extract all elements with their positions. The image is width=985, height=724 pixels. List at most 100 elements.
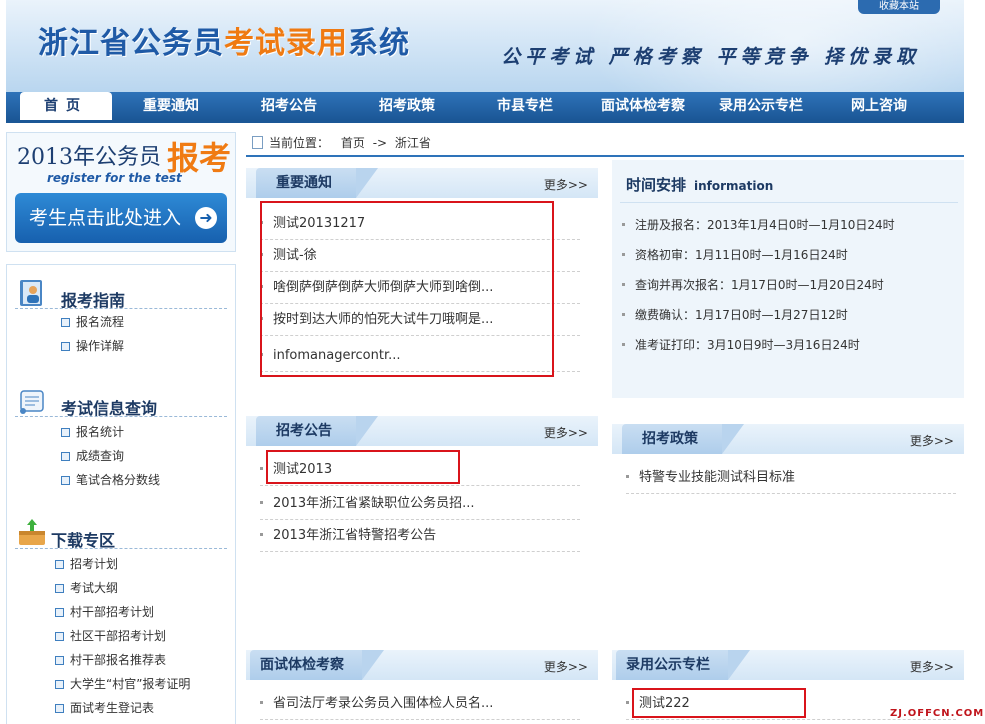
panel-policy: 招考政策 更多>> 特警专业技能测试科目标准 xyxy=(612,424,964,524)
schedule-divider xyxy=(620,202,958,203)
sidebar-link-scores[interactable]: 成绩查询 xyxy=(61,447,124,465)
panel-notice-title: 重要通知 xyxy=(276,175,332,191)
sidebar-link-interview-form[interactable]: 面试考生登记表 xyxy=(55,699,154,717)
watermark: ZJ.OFFCN.COM xyxy=(890,708,985,719)
candidate-enter-button[interactable]: 考生点击此处进入 ➜ xyxy=(15,193,227,243)
sidebar-title-query: 考试信息查询 xyxy=(61,399,158,418)
panel-interview-more[interactable]: 更多>> xyxy=(544,658,588,675)
checkbox-bullet-icon xyxy=(61,428,70,437)
bullet-icon xyxy=(626,475,629,478)
candidate-enter-label: 考生点击此处进入 xyxy=(29,207,182,229)
sidebar-link-plan[interactable]: 招考计划 xyxy=(55,555,118,573)
schedule-title: 时间安排 information xyxy=(626,176,774,194)
nav-home[interactable]: 首页 xyxy=(20,92,112,122)
nav-interview[interactable]: 面试体检考察 xyxy=(584,92,702,120)
schedule-item: 注册及报名：2013年1月4日0时—1月10日24时 xyxy=(622,210,895,240)
breadcrumb-current: 浙江省 xyxy=(394,136,431,150)
sidebar-link-village-form[interactable]: 村干部报名推荐表 xyxy=(55,651,166,669)
nav-consult[interactable]: 网上咨询 xyxy=(820,92,938,120)
schedule-item: 查询并再次报名：1月17日0时—1月20日24时 xyxy=(622,270,884,300)
breadcrumb-separator: -> xyxy=(372,136,388,150)
nav-notice[interactable]: 重要通知 xyxy=(112,92,230,120)
nav-policy[interactable]: 招考政策 xyxy=(348,92,466,120)
sidebar-title-download: 下载专区 xyxy=(51,531,116,550)
download-box-icon xyxy=(19,519,45,545)
nav-city[interactable]: 市县专栏 xyxy=(466,92,584,120)
list-item[interactable]: 省司法厅考录公务员入围体检人员名... xyxy=(260,688,580,720)
site-logo-title[interactable]: 浙江省公务员考试录用系统 xyxy=(38,18,410,62)
sidebar-link-syllabus[interactable]: 考试大纲 xyxy=(55,579,118,597)
panel-policy-more[interactable]: 更多>> xyxy=(910,432,954,449)
bullet-icon xyxy=(622,343,625,346)
panel-notice-more[interactable]: 更多>> xyxy=(544,176,588,193)
sidebar-link-stats[interactable]: 报名统计 xyxy=(61,423,124,441)
highlight-box xyxy=(632,688,806,718)
checkbox-bullet-icon xyxy=(61,476,70,485)
schedule-item: 缴费确认：1月17日0时—1月27日12时 xyxy=(622,300,848,330)
checkbox-bullet-icon xyxy=(61,452,70,461)
breadcrumb-divider xyxy=(246,155,964,157)
schedule-item: 准考证打印：3月10日9时—3月16日24时 xyxy=(622,330,860,360)
checkbox-bullet-icon xyxy=(61,342,70,351)
breadcrumb-home[interactable]: 首页 xyxy=(341,136,365,150)
sidebar-title-guide: 报考指南 xyxy=(61,291,126,310)
checkbox-bullet-icon xyxy=(55,656,64,665)
nav-divider xyxy=(6,120,964,123)
sidebar-link-village-plan[interactable]: 村干部招考计划 xyxy=(55,603,154,621)
bullet-icon xyxy=(260,533,263,536)
panel-announce-header: 招考公告 更多>> xyxy=(246,416,598,446)
breadcrumb: 当前位置： 首页 -> 浙江省 xyxy=(252,132,964,154)
title-part2: 系统 xyxy=(348,26,410,61)
register-subtitle: register for the test xyxy=(47,171,182,185)
sidebar-link-process[interactable]: 报名流程 xyxy=(61,313,124,331)
scroll-icon xyxy=(20,390,44,414)
bullet-icon xyxy=(260,467,263,470)
bullet-icon xyxy=(622,253,625,256)
bullet-icon xyxy=(622,223,625,226)
sidebar-link-operation[interactable]: 操作详解 xyxy=(61,337,124,355)
register-box: 2013年公务员 报考 register for the test 考生点击此处… xyxy=(6,132,236,252)
nav-announce[interactable]: 招考公告 xyxy=(230,92,348,120)
panel-announce-more[interactable]: 更多>> xyxy=(544,424,588,441)
bullet-icon xyxy=(622,313,625,316)
sidebar: 报考指南 报名流程 操作详解 考试信息查询 报名统计 成绩查询 笔试合格分数线 xyxy=(6,264,236,724)
header-banner: 浙江省公务员考试录用系统 公平考试 严格考察 平等竞争 择优录取 收藏本站 xyxy=(6,0,964,92)
list-item[interactable]: 特警专业技能测试科目标准 xyxy=(626,462,956,494)
panel-policy-header: 招考政策 更多>> xyxy=(612,424,964,454)
list-item[interactable]: 2013年浙江省特警招考公告 xyxy=(260,520,580,552)
main-nav: 首页 重要通知 招考公告 招考政策 市县专栏 面试体检考察 录用公示专栏 网上咨… xyxy=(6,92,964,122)
list-item[interactable]: 2013年浙江省紧缺职位公务员招... xyxy=(260,488,580,520)
panel-interview: 面试体检考察 更多>> 省司法厅考录公务员入围体检人员名... xyxy=(246,650,598,724)
sidebar-header-download[interactable]: 下载专区 xyxy=(15,513,227,550)
title-part1: 浙江省公务员 xyxy=(38,26,224,61)
highlight-box xyxy=(266,450,460,484)
favorite-button[interactable]: 收藏本站 xyxy=(858,0,940,14)
panel-policy-title: 招考政策 xyxy=(642,431,698,447)
sidebar-header-guide[interactable]: 报考指南 xyxy=(15,273,227,310)
bullet-icon xyxy=(626,701,629,704)
sidebar-link-student-cert[interactable]: 大学生“村官”报考证明 xyxy=(55,675,190,693)
sidebar-link-cutoff[interactable]: 笔试合格分数线 xyxy=(61,471,160,489)
sidebar-link-community-plan[interactable]: 社区干部招考计划 xyxy=(55,627,166,645)
panel-publicity-header: 录用公示专栏 更多>> xyxy=(612,650,964,680)
nav-publicity[interactable]: 录用公示专栏 xyxy=(702,92,820,120)
panel-interview-title: 面试体检考察 xyxy=(260,657,344,673)
sidebar-header-query[interactable]: 考试信息查询 xyxy=(15,381,227,418)
title-highlight: 考试录用 xyxy=(224,26,348,61)
panel-publicity-more[interactable]: 更多>> xyxy=(910,658,954,675)
bullet-icon xyxy=(260,501,263,504)
bullet-icon xyxy=(622,283,625,286)
panel-interview-header: 面试体检考察 更多>> xyxy=(246,650,598,680)
schedule-title-en: information xyxy=(694,179,774,193)
panel-notice-header: 重要通知 更多>> xyxy=(246,168,598,198)
checkbox-bullet-icon xyxy=(55,632,64,641)
schedule-item: 资格初审：1月11日0时—1月16日24时 xyxy=(622,240,848,270)
register-year: 2013年公务员 xyxy=(17,145,161,170)
guide-book-icon xyxy=(20,280,42,306)
checkbox-bullet-icon xyxy=(55,704,64,713)
checkbox-bullet-icon xyxy=(55,680,64,689)
site-slogan: 公平考试 严格考察 平等竞争 择优录取 xyxy=(501,46,920,68)
panel-announce-title: 招考公告 xyxy=(276,423,332,439)
checkbox-bullet-icon xyxy=(61,318,70,327)
arrow-right-icon: ➜ xyxy=(195,207,217,229)
